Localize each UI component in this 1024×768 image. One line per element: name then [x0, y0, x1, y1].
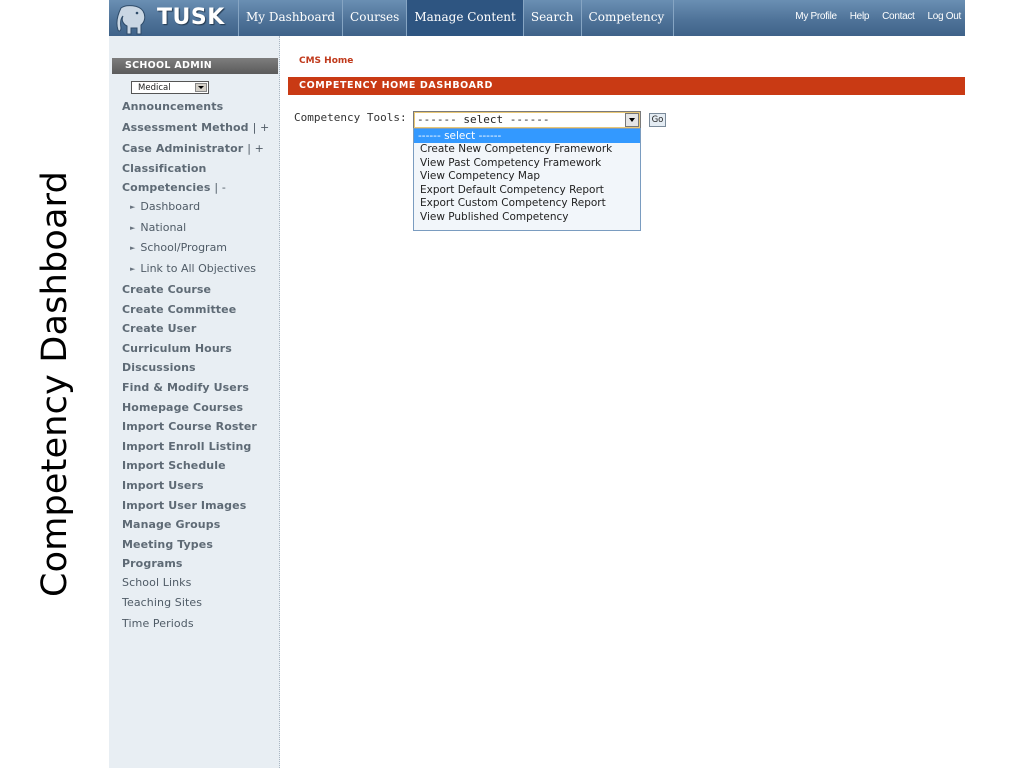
- sidebar-item-label: Discussions: [122, 361, 196, 374]
- breadcrumb-cms-home[interactable]: CMS Home: [299, 56, 353, 66]
- competency-tools-label: Competency Tools:: [294, 111, 407, 124]
- sidebar-item-import-user-images[interactable]: Import User Images: [122, 499, 246, 512]
- sidebar-item-label: Import Schedule: [122, 459, 226, 472]
- sidebar-item-label: Programs: [122, 557, 183, 570]
- sidebar-item-label: Import Enroll Listing: [122, 440, 252, 453]
- sidebar-item-case-administrator[interactable]: Case Administrator | +: [122, 142, 264, 155]
- nav-courses[interactable]: Courses: [342, 0, 406, 36]
- contact-link[interactable]: Contact: [882, 0, 915, 36]
- sidebar-item-label: Create Committee: [122, 303, 237, 316]
- go-button[interactable]: Go: [649, 113, 666, 127]
- top-nav-bar: TUSK My Dashboard Courses Manage Content…: [109, 0, 965, 36]
- sidebar-item-manage-groups[interactable]: Manage Groups: [122, 518, 220, 531]
- sidebar-item-import-course-roster[interactable]: Import Course Roster: [122, 420, 257, 433]
- chevron-down-icon[interactable]: [625, 113, 639, 127]
- main-nav: My Dashboard Courses Manage Content Sear…: [238, 0, 675, 36]
- sidebar-item-label: Homepage Courses: [122, 401, 244, 414]
- school-select[interactable]: Medical: [131, 81, 209, 94]
- sidebar-subitem-dashboard[interactable]: ► Dashboard: [130, 200, 200, 213]
- nav-manage-content[interactable]: Manage Content: [406, 0, 523, 36]
- sidebar-item-label: Announcements: [122, 100, 224, 113]
- my-profile-link[interactable]: My Profile: [795, 0, 837, 36]
- sidebar-subitem-link-objectives[interactable]: ► Link to All Objectives: [130, 262, 256, 275]
- bullet-triangle-icon: ►: [130, 203, 136, 211]
- competency-tools-value: ------ select ------: [417, 113, 550, 126]
- sidebar-item-label: Import Course Roster: [122, 420, 257, 433]
- sidebar-header: SCHOOL ADMIN: [112, 58, 278, 74]
- sidebar-item-label: Competencies: [122, 181, 211, 194]
- nav-my-dashboard[interactable]: My Dashboard: [238, 0, 342, 36]
- logo-text: TUSK: [157, 5, 225, 30]
- sidebar-item-homepage-courses[interactable]: Homepage Courses: [122, 401, 243, 414]
- school-select-value: Medical: [138, 83, 171, 93]
- sidebar-item-label: Classification: [122, 162, 207, 175]
- sidebar-item-label: Import Users: [122, 479, 204, 492]
- nav-search[interactable]: Search: [522, 0, 581, 36]
- slide-title: Competency Dashboard: [35, 170, 75, 598]
- sidebar-item-label: Manage Groups: [122, 518, 221, 531]
- sidebar-item-label: Curriculum Hours: [122, 342, 232, 355]
- sidebar-item-announcements[interactable]: Announcements: [122, 100, 223, 113]
- sidebar-item-competencies[interactable]: Competencies | -: [122, 181, 226, 194]
- sidebar-item-create-user[interactable]: Create User: [122, 322, 196, 335]
- dropdown-option-export-custom-report[interactable]: Export Custom Competency Report: [414, 197, 640, 211]
- sidebar-item-label: National: [140, 221, 187, 234]
- sidebar-item-label: Assessment Method: [122, 121, 249, 134]
- dropdown-option-export-default-report[interactable]: Export Default Competency Report: [414, 184, 640, 198]
- sidebar-item-find-modify-users[interactable]: Find & Modify Users: [122, 381, 249, 394]
- page-title: COMPETENCY HOME DASHBOARD: [288, 77, 965, 95]
- sidebar-item-classification[interactable]: Classification: [122, 162, 206, 175]
- sidebar-item-meeting-types[interactable]: Meeting Types: [122, 538, 213, 551]
- sidebar-item-import-schedule[interactable]: Import Schedule: [122, 459, 226, 472]
- dropdown-option-view-competency-map[interactable]: View Competency Map: [414, 170, 640, 184]
- sidebar-item-create-committee[interactable]: Create Committee: [122, 303, 236, 316]
- sidebar-item-label: Create User: [122, 322, 197, 335]
- sidebar-item-label: Link to All Objectives: [140, 262, 256, 275]
- competency-tools-select[interactable]: ------ select ------: [413, 111, 641, 129]
- app-window: TUSK My Dashboard Courses Manage Content…: [109, 0, 965, 768]
- sidebar-subitem-school-program[interactable]: ► School/Program: [130, 241, 227, 254]
- sidebar: SCHOOL ADMIN Medical Announcements Asses…: [109, 36, 280, 768]
- sidebar-item-create-course[interactable]: Create Course: [122, 283, 211, 296]
- sidebar-item-discussions[interactable]: Discussions: [122, 361, 196, 374]
- expand-toggle[interactable]: | +: [253, 121, 270, 134]
- sidebar-item-label: Case Administrator: [122, 142, 244, 155]
- bullet-triangle-icon: ►: [130, 224, 136, 232]
- sidebar-item-label: Create Course: [122, 283, 212, 296]
- sidebar-item-label: Import User Images: [122, 499, 247, 512]
- expand-toggle[interactable]: | +: [247, 142, 264, 155]
- sidebar-item-label: School Links: [122, 576, 192, 589]
- sidebar-item-teaching-sites[interactable]: Teaching Sites: [122, 596, 202, 609]
- sidebar-item-time-periods[interactable]: Time Periods: [122, 617, 194, 630]
- log-out-link[interactable]: Log Out: [928, 0, 962, 36]
- sidebar-item-label: Find & Modify Users: [122, 381, 249, 394]
- sidebar-item-import-enroll-listing[interactable]: Import Enroll Listing: [122, 440, 251, 453]
- bullet-triangle-icon: ►: [130, 265, 136, 273]
- sidebar-item-curriculum-hours[interactable]: Curriculum Hours: [122, 342, 232, 355]
- sidebar-item-label: Dashboard: [140, 200, 201, 213]
- dropdown-option-create-framework[interactable]: Create New Competency Framework: [414, 143, 640, 157]
- chevron-down-icon[interactable]: [195, 83, 207, 92]
- sidebar-item-label: Time Periods: [122, 617, 194, 630]
- dropdown-option-view-published[interactable]: View Published Competency: [414, 211, 640, 225]
- elephant-icon: [116, 5, 146, 35]
- tusk-logo[interactable]: TUSK: [115, 2, 235, 40]
- collapse-toggle[interactable]: | -: [214, 181, 225, 194]
- sidebar-item-assessment-method[interactable]: Assessment Method | +: [122, 121, 269, 134]
- dropdown-option-select[interactable]: ------ select ------: [414, 129, 640, 143]
- dropdown-option-view-past-framework[interactable]: View Past Competency Framework: [414, 157, 640, 171]
- sidebar-subitem-national[interactable]: ► National: [130, 221, 186, 234]
- sidebar-item-programs[interactable]: Programs: [122, 557, 183, 570]
- sidebar-item-label: Meeting Types: [122, 538, 213, 551]
- sidebar-item-label: School/Program: [140, 241, 228, 254]
- bullet-triangle-icon: ►: [130, 244, 136, 252]
- sidebar-item-label: Teaching Sites: [122, 596, 203, 609]
- competency-tools-dropdown: ------ select ------ Create New Competen…: [413, 128, 641, 231]
- nav-competency[interactable]: Competency: [580, 0, 675, 36]
- sidebar-item-school-links[interactable]: School Links: [122, 576, 191, 589]
- utility-links: My Profile Help Contact Log Out: [795, 0, 961, 36]
- help-link[interactable]: Help: [850, 0, 870, 36]
- sidebar-item-import-users[interactable]: Import Users: [122, 479, 204, 492]
